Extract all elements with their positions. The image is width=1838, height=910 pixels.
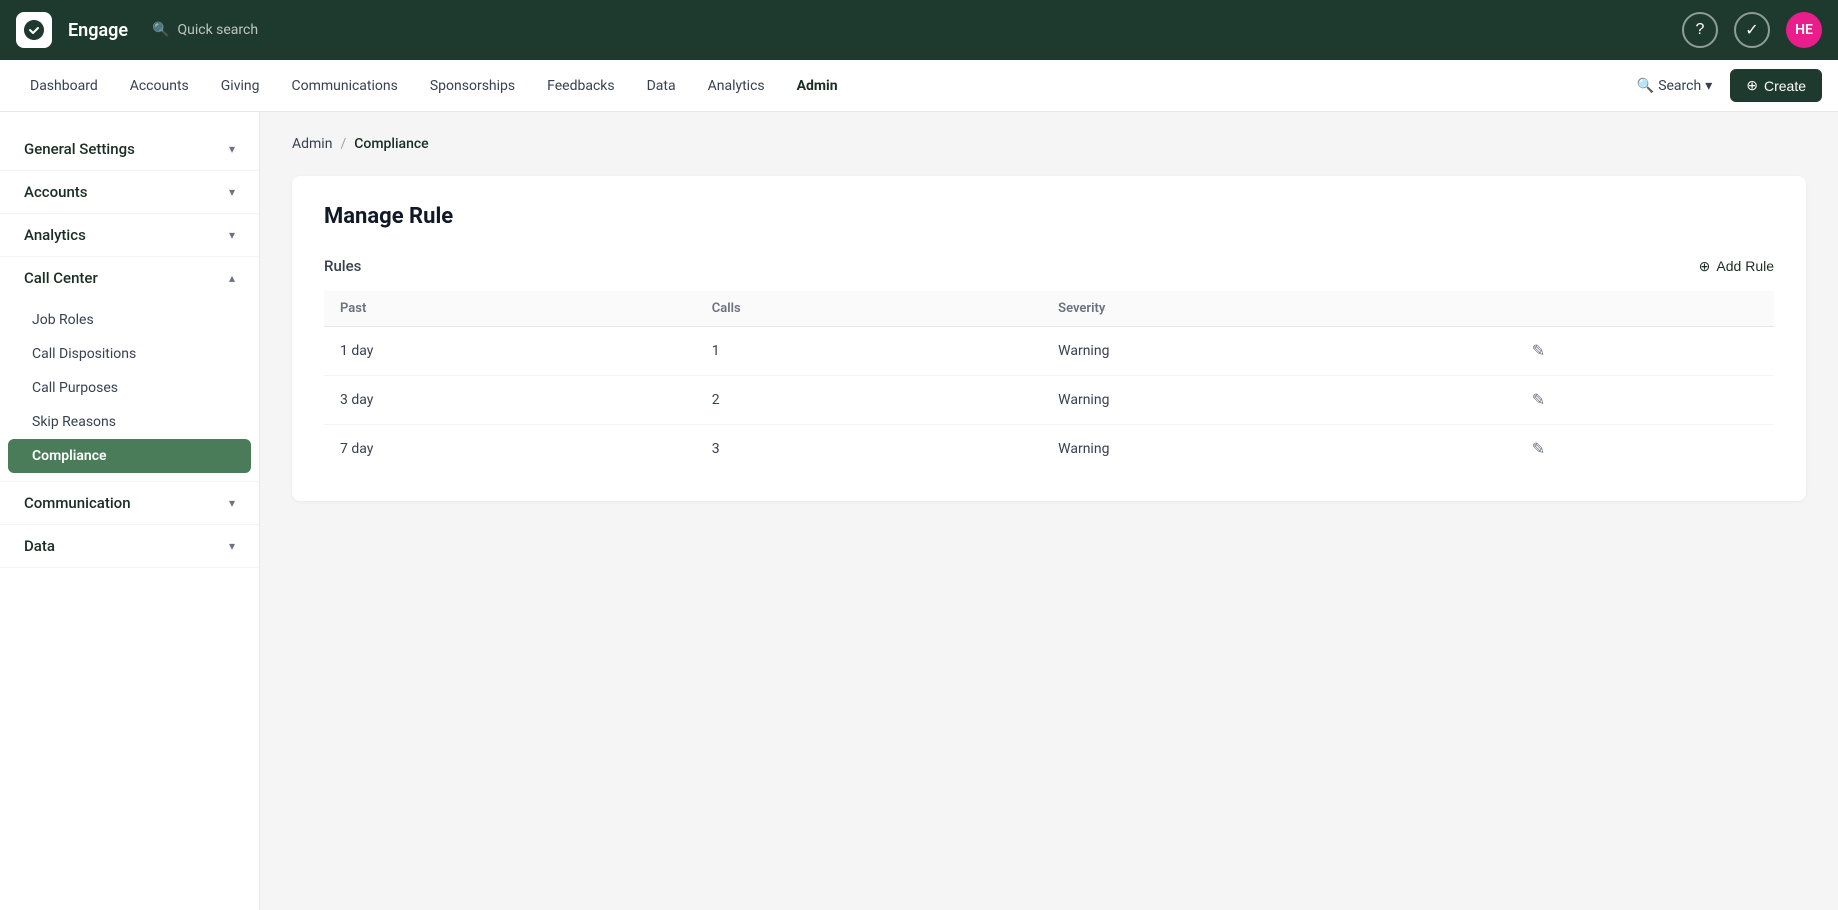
- rules-table: Past Calls Severity 1 day 1 Warning ✎: [324, 291, 1774, 473]
- edit-button[interactable]: ✎: [1532, 390, 1545, 410]
- cell-edit: ✎: [1516, 327, 1774, 376]
- navbar-right: 🔍 Search ▾ ⊕ Create: [1627, 69, 1822, 102]
- nav-accounts[interactable]: Accounts: [116, 72, 203, 100]
- search-icon: 🔍: [152, 22, 169, 38]
- cell-severity: Warning: [1042, 327, 1516, 376]
- table-row: 1 day 1 Warning ✎: [324, 327, 1774, 376]
- cell-calls: 1: [696, 327, 1042, 376]
- chevron-down-icon: ▾: [229, 539, 235, 553]
- nav-dashboard[interactable]: Dashboard: [16, 72, 112, 100]
- nav-giving[interactable]: Giving: [207, 72, 274, 100]
- cell-past: 3 day: [324, 376, 696, 425]
- sidebar-item-skip-reasons[interactable]: Skip Reasons: [0, 405, 259, 439]
- task-button[interactable]: ✓: [1734, 12, 1770, 48]
- breadcrumb: Admin / Compliance: [292, 136, 1806, 152]
- cell-edit: ✎: [1516, 425, 1774, 474]
- col-calls: Calls: [696, 291, 1042, 327]
- cell-severity: Warning: [1042, 376, 1516, 425]
- navbar-search[interactable]: 🔍 Search ▾: [1627, 72, 1722, 100]
- table-row: 7 day 3 Warning ✎: [324, 425, 1774, 474]
- sidebar-section-data: Data ▾: [0, 525, 259, 568]
- add-rule-button[interactable]: ⊕ Add Rule: [1699, 258, 1774, 275]
- chevron-down-icon: ▾: [229, 185, 235, 199]
- manage-rule-panel: Manage Rule Rules ⊕ Add Rule Past Calls …: [292, 176, 1806, 501]
- edit-button[interactable]: ✎: [1532, 439, 1545, 459]
- cell-past: 1 day: [324, 327, 696, 376]
- sidebar-item-accounts[interactable]: Accounts ▾: [0, 171, 259, 213]
- sidebar-section-call-center: Call Center ▴ Job Roles Call Disposition…: [0, 257, 259, 482]
- col-past: Past: [324, 291, 696, 327]
- sidebar-item-communication[interactable]: Communication ▾: [0, 482, 259, 524]
- sidebar-item-call-center[interactable]: Call Center ▴: [0, 257, 259, 299]
- chevron-up-icon: ▴: [229, 271, 235, 285]
- avatar[interactable]: HE: [1786, 12, 1822, 48]
- col-actions: [1516, 291, 1774, 327]
- create-button[interactable]: ⊕ Create: [1730, 69, 1822, 102]
- chevron-down-icon: ▾: [1705, 78, 1712, 94]
- sidebar-section-analytics: Analytics ▾: [0, 214, 259, 257]
- chevron-down-icon: ▾: [229, 496, 235, 510]
- sidebar-label-data: Data: [24, 537, 55, 555]
- help-button[interactable]: ?: [1682, 12, 1718, 48]
- sidebar: General Settings ▾ Accounts ▾ Analytics …: [0, 112, 260, 910]
- topbar: Engage 🔍 Quick search ? ✓ HE: [0, 0, 1838, 60]
- sidebar-item-call-dispositions[interactable]: Call Dispositions: [0, 337, 259, 371]
- page-title: Manage Rule: [324, 204, 1774, 229]
- edit-button[interactable]: ✎: [1532, 341, 1545, 361]
- table-row: 3 day 2 Warning ✎: [324, 376, 1774, 425]
- plus-circle-icon: ⊕: [1699, 258, 1711, 275]
- sidebar-label-analytics: Analytics: [24, 226, 86, 244]
- cell-calls: 2: [696, 376, 1042, 425]
- topbar-actions: ? ✓ HE: [1682, 12, 1822, 48]
- sidebar-section-general-settings: General Settings ▾: [0, 128, 259, 171]
- breadcrumb-current: Compliance: [354, 136, 428, 152]
- chevron-down-icon: ▾: [229, 142, 235, 156]
- cell-severity: Warning: [1042, 425, 1516, 474]
- add-rule-label: Add Rule: [1716, 258, 1774, 274]
- sidebar-label-accounts: Accounts: [24, 183, 88, 201]
- nav-admin[interactable]: Admin: [783, 72, 852, 100]
- plus-icon: ⊕: [1746, 77, 1758, 94]
- sidebar-item-job-roles[interactable]: Job Roles: [0, 303, 259, 337]
- navbar: Dashboard Accounts Giving Communications…: [0, 60, 1838, 112]
- nav-sponsorships[interactable]: Sponsorships: [416, 72, 529, 100]
- app-logo: [16, 12, 52, 48]
- content-wrapper: General Settings ▾ Accounts ▾ Analytics …: [0, 112, 1838, 910]
- sidebar-item-analytics[interactable]: Analytics ▾: [0, 214, 259, 256]
- nav-feedbacks[interactable]: Feedbacks: [533, 72, 628, 100]
- chevron-down-icon: ▾: [229, 228, 235, 242]
- create-label: Create: [1764, 78, 1806, 94]
- cell-calls: 3: [696, 425, 1042, 474]
- sidebar-item-call-purposes[interactable]: Call Purposes: [0, 371, 259, 405]
- sidebar-label-general-settings: General Settings: [24, 140, 135, 158]
- search-placeholder: Quick search: [177, 22, 258, 38]
- rules-label: Rules: [324, 257, 361, 275]
- col-severity: Severity: [1042, 291, 1516, 327]
- nav-communications[interactable]: Communications: [277, 72, 411, 100]
- sidebar-item-compliance[interactable]: Compliance: [8, 439, 251, 473]
- sidebar-item-data[interactable]: Data ▾: [0, 525, 259, 567]
- quick-search[interactable]: 🔍 Quick search: [152, 22, 1666, 38]
- rules-header: Rules ⊕ Add Rule: [324, 257, 1774, 275]
- sidebar-label-call-center: Call Center: [24, 269, 98, 287]
- breadcrumb-parent[interactable]: Admin: [292, 136, 332, 152]
- app-title: Engage: [68, 20, 128, 41]
- nav-analytics[interactable]: Analytics: [694, 72, 779, 100]
- sidebar-item-general-settings[interactable]: General Settings ▾: [0, 128, 259, 170]
- sidebar-section-communication: Communication ▾: [0, 482, 259, 525]
- cell-past: 7 day: [324, 425, 696, 474]
- cell-edit: ✎: [1516, 376, 1774, 425]
- search-label: Search: [1658, 78, 1701, 94]
- breadcrumb-separator: /: [340, 136, 346, 152]
- sidebar-children-call-center: Job Roles Call Dispositions Call Purpose…: [0, 299, 259, 481]
- nav-data[interactable]: Data: [633, 72, 690, 100]
- main-content: Admin / Compliance Manage Rule Rules ⊕ A…: [260, 112, 1838, 910]
- sidebar-section-accounts: Accounts ▾: [0, 171, 259, 214]
- sidebar-label-communication: Communication: [24, 494, 131, 512]
- search-icon: 🔍: [1637, 78, 1654, 94]
